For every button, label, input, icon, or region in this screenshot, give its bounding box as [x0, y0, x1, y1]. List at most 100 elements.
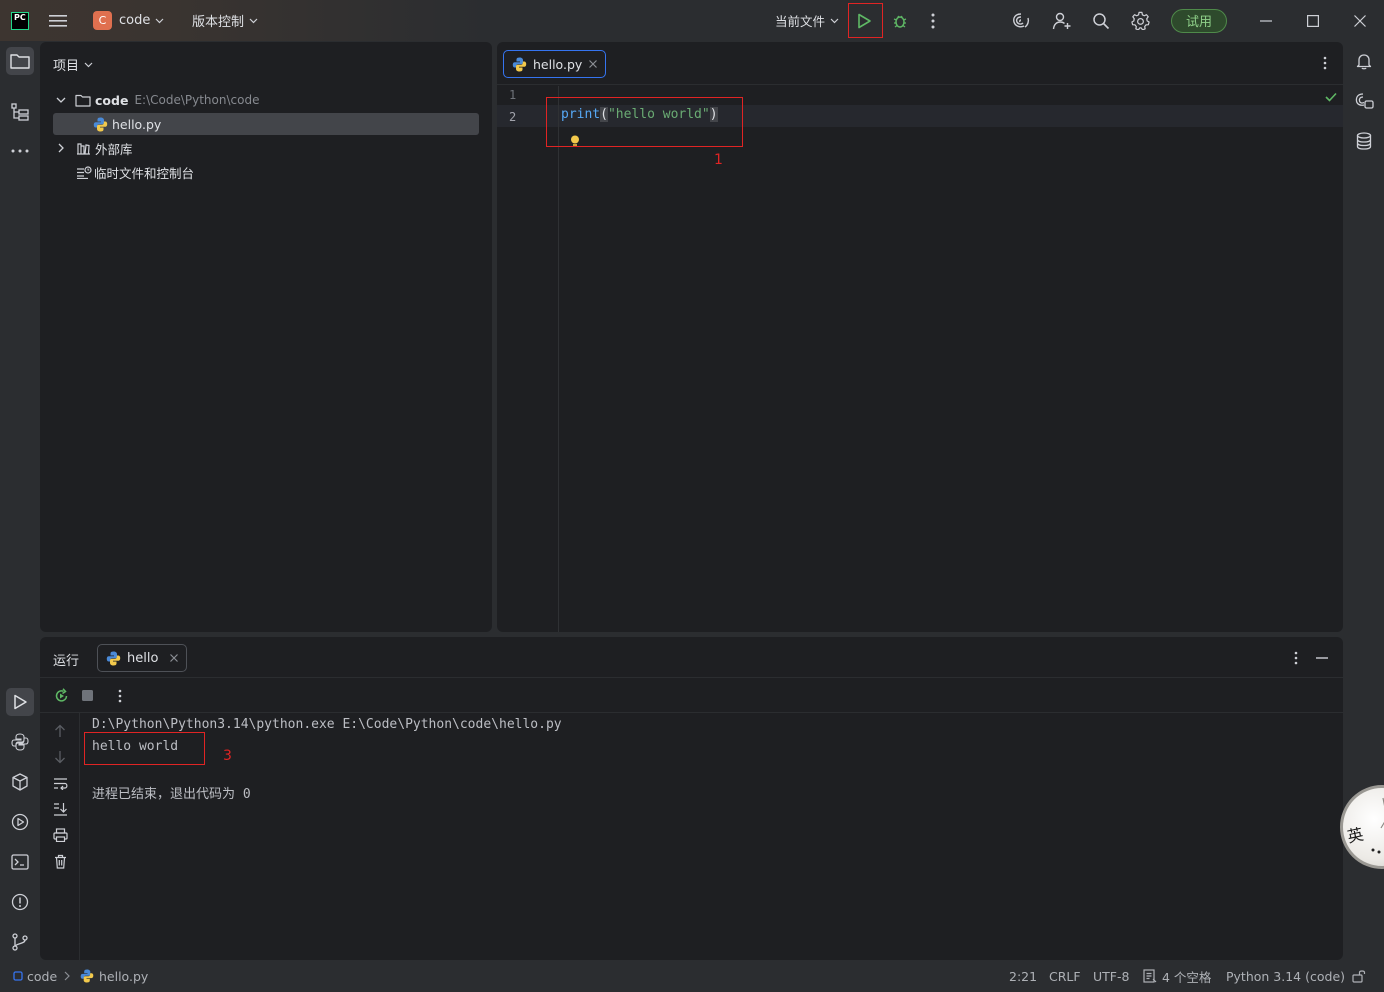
structure-tool-button[interactable] [6, 98, 34, 126]
print-button[interactable] [53, 828, 68, 842]
breadcrumb-file-label: hello.py [99, 968, 149, 984]
structure-icon [11, 103, 29, 121]
pycharm-logo-icon: PC [11, 11, 29, 30]
search-icon [1093, 12, 1110, 29]
trial-button[interactable]: 试用 [1171, 0, 1228, 41]
project-view-selector[interactable]: 项目 [53, 55, 93, 74]
close-tab-icon[interactable] [589, 60, 598, 68]
breadcrumb-project[interactable]: code [13, 960, 57, 992]
search-button[interactable] [1092, 0, 1110, 41]
more-vertical-icon [1323, 56, 1327, 70]
more-actions-button[interactable] [931, 0, 935, 41]
run-panel-title: 运行 [53, 654, 80, 669]
debug-button[interactable] [892, 0, 908, 41]
python-file-icon [93, 117, 108, 131]
readonly-toggle[interactable] [1352, 960, 1366, 992]
add-user-icon [1052, 12, 1071, 29]
notifications-button[interactable] [1350, 47, 1378, 75]
run-divider [40, 677, 1343, 678]
tree-node-hello-py[interactable]: hello.py [53, 113, 479, 135]
indent-setting[interactable]: 4 个空格 [1143, 960, 1211, 992]
ai-assistant-button[interactable] [1011, 0, 1031, 41]
vcs-label: 版本控制 [192, 15, 245, 30]
tree-node-root[interactable]: code E:\Code\Python\code [53, 89, 259, 111]
soft-wrap-icon [54, 778, 68, 790]
interpreter-selector[interactable]: Python 3.14 (code) [1226, 960, 1345, 992]
stop-button[interactable] [82, 690, 93, 701]
close-tab-icon[interactable] [170, 654, 179, 662]
folder-icon [75, 94, 91, 107]
project-tool-button[interactable] [6, 47, 34, 75]
annotation-box-3 [84, 732, 205, 765]
indent-label: 4 个空格 [1162, 969, 1212, 985]
more-horizontal-icon [11, 149, 29, 153]
arrow-up-icon [55, 724, 65, 737]
minimize-icon [1316, 657, 1328, 659]
ai-assistant-icon [1013, 12, 1030, 28]
annotation-box-1 [546, 97, 743, 147]
clear-console-button[interactable] [54, 854, 67, 869]
close-window-button[interactable] [1354, 0, 1366, 41]
scroll-down-button[interactable] [54, 750, 66, 764]
editor-tab-hello-py[interactable]: hello.py [503, 50, 607, 78]
run-tool-button[interactable] [6, 688, 34, 716]
tab-divider [497, 84, 1343, 85]
soft-wrap-button[interactable] [53, 777, 68, 790]
git-button[interactable] [6, 928, 34, 956]
python-console-button[interactable] [6, 728, 34, 756]
chevron-down-icon [155, 18, 164, 23]
file-name: hello.py [112, 116, 162, 132]
project-switcher[interactable]: C code [93, 0, 164, 41]
project-name: code [119, 13, 151, 28]
more-vertical-icon [1294, 651, 1298, 665]
settings-button[interactable] [1131, 0, 1150, 41]
title-bar: PC C code 版本控制 当前文件 2 试用 [0, 0, 1384, 66]
editor-more-button[interactable] [1323, 56, 1327, 70]
run-tab-hello[interactable]: hello [97, 644, 188, 672]
rerun-button[interactable] [54, 688, 69, 703]
add-user-button[interactable] [1052, 0, 1072, 41]
python-packages-button[interactable] [6, 768, 34, 796]
library-icon [77, 142, 90, 155]
problems-button[interactable] [6, 888, 34, 916]
scroll-to-end-button[interactable] [53, 802, 68, 816]
chevron-right-icon [64, 971, 70, 981]
line-ending[interactable]: CRLF [1049, 960, 1081, 992]
run-play-icon [14, 694, 27, 710]
ai-chat-button[interactable] [1350, 87, 1378, 115]
minimize-button[interactable] [1260, 0, 1272, 41]
minimize-icon [1260, 19, 1272, 22]
tree-node-external-libs[interactable]: 外部库 [53, 137, 133, 159]
status-bar: code hello.py 2:21 CRLF UTF-8 4 个空格 Pyth… [0, 960, 1384, 992]
vcs-menu[interactable]: 版本控制 [192, 0, 258, 41]
main-menu-button[interactable] [49, 0, 67, 41]
python-file-icon [106, 651, 121, 665]
pycharm-logo[interactable]: PC [11, 0, 29, 41]
breadcrumb-file[interactable]: hello.py [80, 960, 148, 992]
terminal-button[interactable] [6, 848, 34, 876]
floating-avatar[interactable]: 英 [1340, 785, 1384, 869]
python-file-icon [80, 969, 94, 983]
more-tools-button[interactable] [6, 137, 34, 165]
database-button[interactable] [1350, 127, 1378, 155]
tree-node-scratches[interactable]: 临时文件和控制台 [53, 161, 194, 183]
services-button[interactable] [6, 808, 34, 836]
trash-icon [55, 854, 66, 869]
inspection-ok[interactable] [1325, 92, 1337, 102]
arrow-down-icon [55, 751, 65, 764]
hide-panel-button[interactable] [1316, 657, 1328, 659]
run-more-button[interactable] [1294, 651, 1298, 665]
hamburger-menu-icon [49, 14, 67, 27]
scroll-up-button[interactable] [54, 724, 66, 738]
caret-position[interactable]: 2:21 [1009, 960, 1037, 992]
run-toolbar-divider [40, 712, 1343, 713]
bell-icon [1356, 54, 1372, 70]
left-tool-stripe [0, 41, 40, 960]
file-encoding[interactable]: UTF-8 [1093, 960, 1129, 992]
line-number-1: 1 [509, 88, 517, 102]
run-config-selector[interactable]: 当前文件 [775, 0, 839, 41]
maximize-button[interactable] [1307, 0, 1319, 41]
project-panel: 项目 code E:\Code\Python\code hello.py 外部库… [40, 42, 492, 632]
run-toolbar-more[interactable] [118, 689, 122, 703]
project-badge: C [93, 11, 112, 30]
